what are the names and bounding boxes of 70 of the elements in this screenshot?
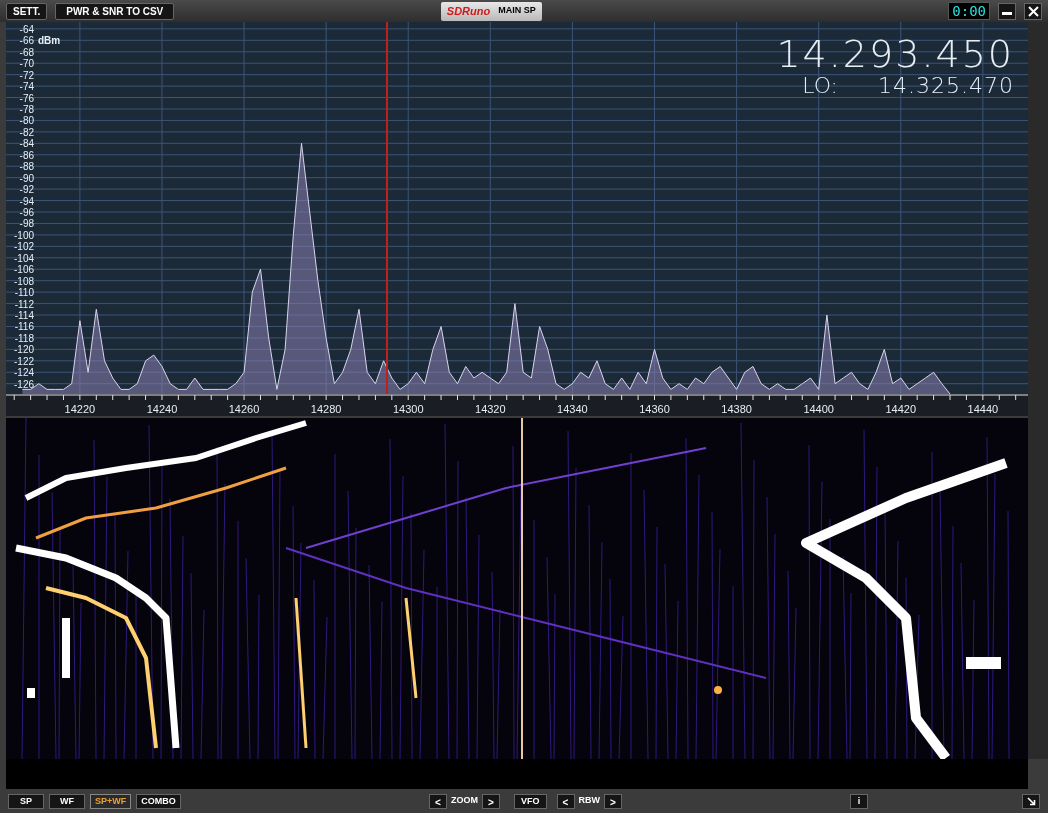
y-tick-label: -114 (14, 310, 34, 321)
y-tick-label: -64 (19, 23, 34, 35)
x-tick-label: 14400 (803, 403, 834, 415)
y-tick-label: -76 (19, 92, 34, 104)
lo-label: LO: (802, 74, 839, 98)
export-csv-button[interactable]: PWR & SNR TO CSV (55, 2, 175, 20)
frequency-readout: 14.293.450 (776, 34, 1014, 74)
info-button[interactable]: i (850, 793, 868, 809)
settings-button[interactable]: SETT. (6, 2, 48, 20)
y-tick-label: -118 (14, 332, 34, 344)
diagonal-arrow-icon (1026, 796, 1036, 806)
y-tick-label: -72 (19, 69, 34, 81)
rbw-increase-button[interactable]: > (604, 793, 622, 809)
vfo-button[interactable]: VFO (514, 793, 547, 809)
panel-title: MAIN SP (498, 4, 536, 18)
x-tick-label: 14300 (392, 403, 424, 415)
y-tick-label: -94 (19, 195, 34, 207)
x-tick-label: 14340 (557, 403, 588, 415)
y-tick-label: -100 (14, 229, 34, 241)
resize-button[interactable] (1022, 793, 1040, 809)
x-tick-label: 14280 (310, 403, 342, 415)
y-tick-label: -92 (19, 184, 34, 196)
y-tick-label: -110 (14, 287, 34, 299)
view-mode-tab[interactable]: SP (8, 793, 44, 809)
y-tick-label: -102 (14, 241, 34, 253)
close-icon (1027, 5, 1039, 17)
y-tick-label: -74 (19, 81, 34, 93)
lo-frequency-readout: 14.325.470 (878, 74, 1014, 98)
x-tick-label: 14440 (967, 403, 999, 415)
y-tick-label: -116 (14, 321, 34, 333)
y-tick-label: -82 (19, 126, 34, 138)
clock-display: 0:00 (948, 2, 990, 20)
x-tick-label: 14260 (228, 403, 260, 415)
y-tick-label: -112 (14, 298, 34, 310)
zoom-in-button[interactable]: > (482, 793, 500, 809)
rbw-decrease-button[interactable]: < (556, 793, 575, 809)
x-tick-label: 14360 (639, 403, 670, 415)
rbw-label: RBW (578, 794, 600, 808)
y-tick-label: -126 (14, 378, 34, 390)
y-tick-label: -106 (14, 264, 34, 276)
y-tick-label: -120 (14, 344, 34, 356)
x-tick-label: 14220 (64, 403, 96, 415)
y-tick-label: -96 (19, 207, 34, 218)
y-tick-label: -70 (19, 58, 34, 70)
y-tick-label: -98 (19, 218, 34, 230)
y-tick-label: -108 (14, 275, 34, 287)
x-tick-label: 14240 (146, 403, 178, 415)
y-tick-label: -124 (14, 367, 34, 379)
minimize-button[interactable] (998, 2, 1016, 20)
y-tick-label: -122 (14, 355, 34, 367)
zoom-label: ZOOM (451, 794, 478, 808)
x-tick-label: 14380 (721, 403, 752, 415)
y-tick-label: -80 (19, 115, 34, 127)
zoom-out-button[interactable]: < (429, 793, 447, 809)
y-tick-label: -66 (19, 35, 34, 47)
y-tick-label: -84 (19, 138, 34, 150)
x-tick-label: 14420 (885, 403, 917, 415)
close-button[interactable] (1024, 2, 1042, 20)
y-tick-label: -90 (19, 172, 34, 184)
view-mode-tab[interactable]: SP+WF (90, 793, 132, 809)
logo-text: SDRuno (446, 3, 491, 19)
y-tick-label: -86 (19, 149, 34, 161)
y-axis-label: dBm (38, 35, 61, 47)
y-tick-label: -68 (19, 46, 34, 58)
y-tick-label: -78 (19, 104, 34, 115)
view-mode-tab[interactable]: WF (49, 793, 85, 809)
view-mode-tab[interactable]: COMBO (136, 793, 181, 809)
y-tick-label: -88 (19, 161, 34, 173)
x-tick-label: 14320 (475, 403, 506, 415)
y-tick-label: -104 (14, 252, 34, 264)
